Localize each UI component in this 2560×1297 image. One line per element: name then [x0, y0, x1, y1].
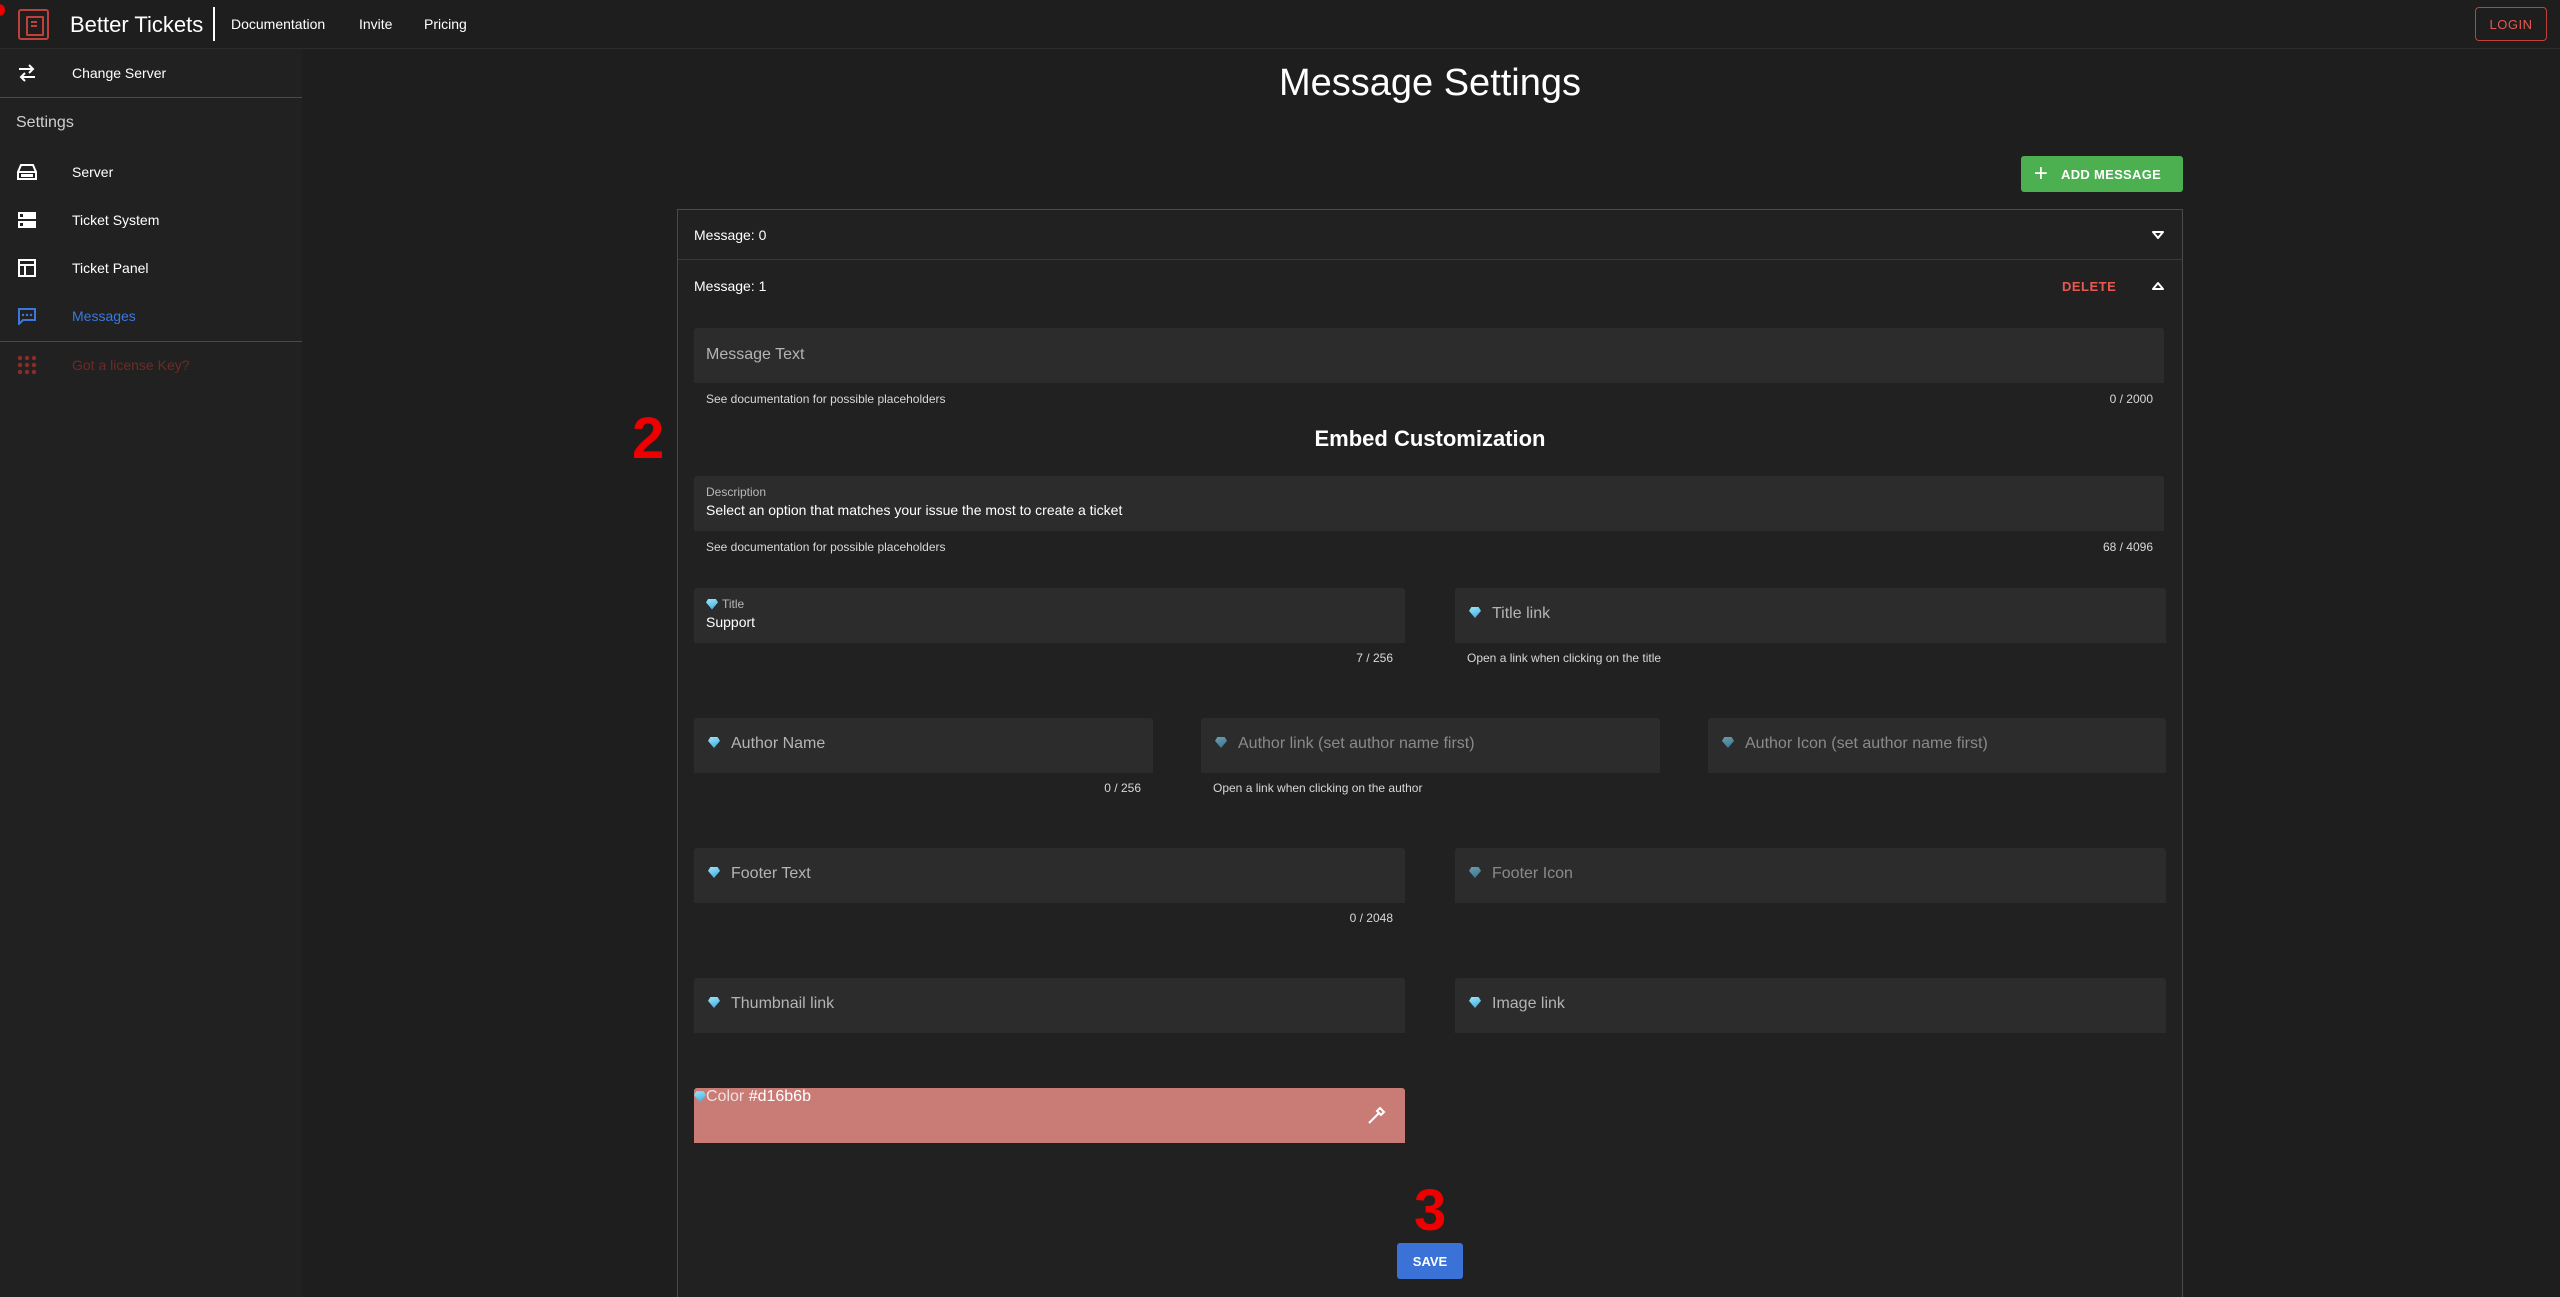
ticket-panel-icon: [16, 257, 38, 279]
title-label: Title: [706, 597, 744, 611]
description-field[interactable]: Description Select an option that matche…: [694, 476, 2164, 531]
footer-icon-placeholder: Footer Icon: [1492, 865, 1573, 882]
author-link-hint: Open a link when clicking on the author: [1213, 781, 1423, 795]
sidebar-item-label: Messages: [72, 308, 136, 324]
color-field[interactable]: Color #d16b6b: [694, 1088, 1405, 1143]
diamond-icon: [708, 867, 720, 878]
thumbnail-link-placeholder: Thumbnail link: [731, 995, 835, 1012]
nav-documentation-link[interactable]: Documentation: [231, 16, 325, 32]
author-name-input[interactable]: Author Name: [694, 718, 1153, 773]
author-name-placeholder: Author Name: [731, 735, 826, 752]
description-hint: See documentation for possible placehold…: [706, 540, 946, 554]
annotation-number: 3: [1414, 1178, 1447, 1243]
sidebar-item-messages[interactable]: Messages: [0, 292, 302, 340]
grid-dots-icon: [16, 354, 38, 376]
author-link-placeholder: Author link (set author name first): [1238, 735, 1475, 752]
color-picker-icon[interactable]: [1367, 1105, 1387, 1130]
login-button[interactable]: LOGIN: [2475, 7, 2547, 41]
title-link-hint: Open a link when clicking on the title: [1467, 651, 1662, 665]
description-value: Select an option that matches your issue…: [706, 502, 1123, 518]
annotation-number: 2: [632, 406, 665, 471]
sidebar-item-server[interactable]: Server: [0, 148, 302, 196]
footer-text-input[interactable]: Footer Text: [694, 848, 1405, 903]
footer-icon-input[interactable]: Footer Icon: [1455, 848, 2166, 903]
sidebar-item-license[interactable]: Got a license Key?: [0, 341, 302, 389]
add-message-label: ADD MESSAGE: [2061, 166, 2162, 182]
brand-name[interactable]: Better Tickets: [70, 12, 203, 38]
diamond-icon: [694, 1091, 706, 1103]
nav-invite-link[interactable]: Invite: [359, 16, 392, 32]
message-0-header[interactable]: Message: 0: [678, 210, 2182, 260]
author-icon-input[interactable]: Author Icon (set author name first): [1708, 718, 2166, 773]
server-icon: [16, 161, 38, 183]
title-link-input[interactable]: Title link: [1455, 588, 2166, 643]
better-tickets-logo-icon[interactable]: [18, 9, 49, 40]
ticket-system-icon: [16, 209, 38, 231]
sidebar: Change Server Settings Server Ticket Sys…: [0, 49, 302, 1297]
diamond-icon: [1722, 737, 1734, 748]
save-button[interactable]: SAVE: [1397, 1243, 1463, 1279]
sidebar-item-ticket-panel[interactable]: Ticket Panel: [0, 244, 302, 292]
chevron-down-icon[interactable]: [2151, 228, 2165, 242]
footer-text-count: 0 / 2048: [1349, 911, 1393, 925]
message-text-placeholder: Message Text: [706, 346, 805, 363]
message-0-label: Message: 0: [694, 226, 767, 243]
message-text-count: 0 / 2000: [2109, 392, 2153, 406]
nav-pricing-link[interactable]: Pricing: [424, 16, 467, 32]
message-1-header[interactable]: Message: 1 DELETE: [678, 261, 2182, 311]
diamond-icon: [1469, 867, 1481, 878]
thumbnail-link-input[interactable]: Thumbnail link: [694, 978, 1405, 1033]
title-value: Support: [706, 614, 756, 630]
footer-text-placeholder: Footer Text: [731, 865, 811, 882]
top-bar: Better Tickets Documentation Invite Pric…: [0, 0, 2560, 49]
author-link-input[interactable]: Author link (set author name first): [1201, 718, 1660, 773]
title-count: 7 / 256: [1356, 651, 1393, 665]
message-text-input[interactable]: Message Text: [694, 328, 2164, 383]
messages-icon: [16, 305, 38, 327]
description-label: Description: [706, 485, 767, 499]
sidebar-item-ticket-system[interactable]: Ticket System: [0, 196, 302, 244]
delete-message-button[interactable]: DELETE: [2062, 279, 2116, 294]
description-count: 68 / 4096: [2102, 540, 2153, 554]
sidebar-item-label: Got a license Key?: [72, 357, 190, 373]
message-1-label: Message: 1: [694, 278, 767, 294]
chevron-up-icon[interactable]: [2151, 279, 2165, 293]
sidebar-item-label: Server: [72, 164, 114, 180]
brand-divider: [213, 7, 215, 41]
author-name-count: 0 / 256: [1104, 781, 1141, 795]
annotation-marker: [0, 4, 5, 16]
diamond-icon: [708, 737, 720, 748]
diamond-icon: [1215, 737, 1227, 748]
color-label: Color: [694, 1088, 744, 1105]
diamond-icon: [1469, 997, 1481, 1008]
message-text-hint: See documentation for possible placehold…: [706, 392, 946, 406]
messages-panel: Message: 0 Message: 1 DELETE Message Tex…: [677, 209, 2183, 1297]
diamond-icon: [706, 598, 718, 610]
sidebar-item-label: Ticket Panel: [72, 260, 149, 276]
add-message-button[interactable]: + ADD MESSAGE: [2021, 156, 2183, 192]
diamond-icon: [1469, 607, 1481, 618]
color-value: #d16b6b: [748, 1088, 811, 1105]
sidebar-section-label: Settings: [16, 114, 74, 131]
sidebar-item-label: Ticket System: [72, 212, 160, 228]
plus-icon: +: [2033, 160, 2049, 187]
page-title: Message Settings: [1278, 62, 1582, 104]
title-field[interactable]: Title Support: [694, 588, 1405, 643]
image-link-input[interactable]: Image link: [1455, 978, 2166, 1033]
embed-customization-title: Embed Customization: [1314, 426, 1546, 451]
author-icon-placeholder: Author Icon (set author name first): [1745, 735, 1988, 752]
diamond-icon: [708, 997, 720, 1008]
image-link-placeholder: Image link: [1492, 995, 1565, 1012]
title-link-placeholder: Title link: [1492, 605, 1551, 622]
